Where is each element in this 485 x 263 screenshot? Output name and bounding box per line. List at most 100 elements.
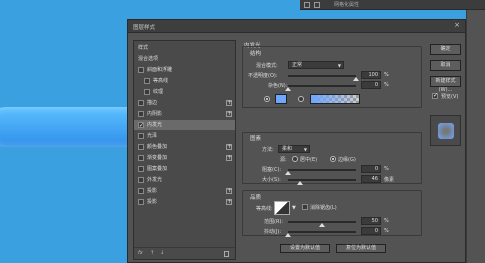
contour-label: 等高线: [256, 206, 273, 212]
chevron-down-icon: ▼ [303, 147, 307, 152]
style-item-checkbox[interactable] [138, 121, 144, 131]
glow-color-swatch[interactable] [275, 94, 287, 104]
opacity-slider-thumb[interactable] [353, 77, 359, 81]
antialias-label: 消除锯齿(L) [310, 205, 337, 211]
solid-color-radio[interactable] [264, 96, 270, 102]
source-center-radio[interactable] [292, 156, 298, 162]
style-item-checkbox[interactable] [138, 155, 144, 161]
jitter-slider[interactable] [285, 231, 356, 237]
move-down-icon[interactable]: ↓ [160, 250, 164, 256]
style-item-label: 投影 [147, 199, 158, 205]
jitter-label: 抖动(J): [264, 229, 282, 235]
style-item-label: 投影 [147, 188, 158, 194]
noise-slider-thumb[interactable] [285, 87, 291, 91]
choke-field[interactable]: 0 [361, 165, 381, 173]
opacity-slider[interactable] [288, 75, 359, 81]
opacity-label: 不透明度(O): [248, 73, 278, 79]
ok-button[interactable]: 确定 [430, 44, 461, 55]
layer-label: 网格化属性 [334, 2, 360, 8]
noise-slider[interactable] [285, 85, 356, 91]
add-icon[interactable]: + [226, 100, 232, 106]
choke-unit: % [384, 166, 389, 172]
chevron-down-icon: ▼ [337, 63, 341, 68]
style-item-label: 渐变叠加 [147, 155, 168, 161]
style-item[interactable]: 斜面和浮雕 [134, 65, 235, 75]
style-item[interactable]: 内阴影 + [134, 109, 235, 119]
style-item[interactable]: 外发光 [134, 175, 235, 185]
opacity-unit: % [384, 72, 389, 78]
add-icon[interactable]: + [226, 144, 232, 150]
source-edge-radio[interactable] [330, 156, 336, 162]
style-item-checkbox[interactable] [138, 100, 144, 106]
size-slider-thumb[interactable] [297, 181, 304, 185]
blend-mode-select[interactable]: 正常 ▼ [288, 61, 344, 69]
style-item-checkbox[interactable] [138, 199, 144, 205]
add-icon[interactable]: + [226, 111, 232, 117]
layer-icon[interactable] [304, 2, 310, 8]
right-panel-strip [466, 10, 485, 263]
style-item-checkbox[interactable] [138, 188, 144, 194]
jitter-slider-thumb[interactable] [285, 233, 291, 237]
contour-chevron-icon[interactable]: ▼ [292, 205, 296, 211]
move-up-icon[interactable]: ↑ [150, 250, 154, 256]
set-default-button[interactable]: 设置为默认值 [280, 244, 330, 253]
add-icon[interactable]: + [226, 188, 232, 194]
gradient-radio[interactable] [298, 96, 304, 102]
style-item-label: 描边 [147, 100, 158, 106]
choke-slider[interactable] [285, 169, 356, 175]
range-slider[interactable] [288, 221, 356, 227]
range-unit: % [384, 218, 389, 224]
style-item[interactable]: 投影 + [134, 186, 235, 196]
styles-list: 样式 混合选项 斜面和浮雕等高线纹理描边 + 内阴影 + 内发光光泽颜色叠加 + 渐变叠加 +… [133, 40, 236, 260]
range-slider-thumb[interactable] [319, 223, 325, 227]
style-item[interactable]: 内发光 [134, 120, 235, 131]
styles-header[interactable]: 样式 [134, 43, 235, 53]
style-item-checkbox[interactable] [138, 111, 144, 117]
style-item[interactable]: 等高线 [134, 76, 235, 86]
add-icon[interactable]: + [226, 155, 232, 161]
style-item-checkbox[interactable] [138, 166, 144, 172]
opacity-field[interactable]: 100 [361, 71, 381, 79]
new-style-button[interactable]: 新建样式(W)... [430, 76, 461, 93]
style-item-label: 图案叠加 [147, 166, 168, 172]
style-item-label: 内发光 [147, 122, 163, 128]
layer-thumb-icon[interactable] [314, 2, 320, 8]
range-field[interactable]: 50 [361, 217, 381, 225]
size-slider[interactable] [288, 179, 356, 185]
trash-icon[interactable] [224, 251, 229, 257]
fx-icon[interactable]: fx [138, 250, 143, 256]
choke-slider-thumb[interactable] [285, 171, 291, 175]
antialias-checkbox[interactable] [302, 204, 308, 210]
jitter-unit: % [384, 228, 389, 234]
preview-checkbox[interactable] [432, 92, 438, 99]
jitter-field[interactable]: 0 [361, 227, 381, 235]
close-icon[interactable]: × [454, 22, 460, 29]
style-item[interactable]: 图案叠加 [134, 164, 235, 174]
style-item-label: 等高线 [153, 78, 169, 84]
method-select[interactable]: 柔和 ▼ [278, 145, 310, 153]
style-item[interactable]: 渐变叠加 + [134, 153, 235, 163]
style-item[interactable]: 投影 + [134, 197, 235, 207]
style-item-label: 外发光 [147, 177, 163, 183]
add-icon[interactable]: + [226, 199, 232, 205]
noise-field[interactable]: 0 [361, 81, 381, 89]
style-item-checkbox[interactable] [138, 177, 144, 183]
cancel-button[interactable]: 取消 [430, 60, 461, 71]
range-label: 范围(R): [264, 219, 284, 225]
style-item[interactable]: 光泽 [134, 131, 235, 141]
style-item[interactable]: 纹理 [134, 87, 235, 97]
style-item-checkbox[interactable] [144, 89, 150, 95]
dialog-titlebar: 图层样式 × [128, 20, 465, 33]
style-item[interactable]: 描边 + [134, 98, 235, 108]
style-item-checkbox[interactable] [144, 78, 150, 84]
glow-gradient-swatch[interactable] [310, 94, 360, 104]
style-item-checkbox[interactable] [138, 67, 144, 73]
contour-preview[interactable] [274, 201, 290, 215]
style-item-checkbox[interactable] [138, 133, 144, 139]
reset-default-button[interactable]: 复位为默认值 [336, 244, 386, 253]
blend-options[interactable]: 混合选项 [134, 54, 235, 64]
size-field[interactable]: 46 [361, 175, 381, 183]
layers-topbar: 网格化属性 [300, 0, 485, 10]
style-item-checkbox[interactable] [138, 144, 144, 150]
style-item[interactable]: 颜色叠加 + [134, 142, 235, 152]
